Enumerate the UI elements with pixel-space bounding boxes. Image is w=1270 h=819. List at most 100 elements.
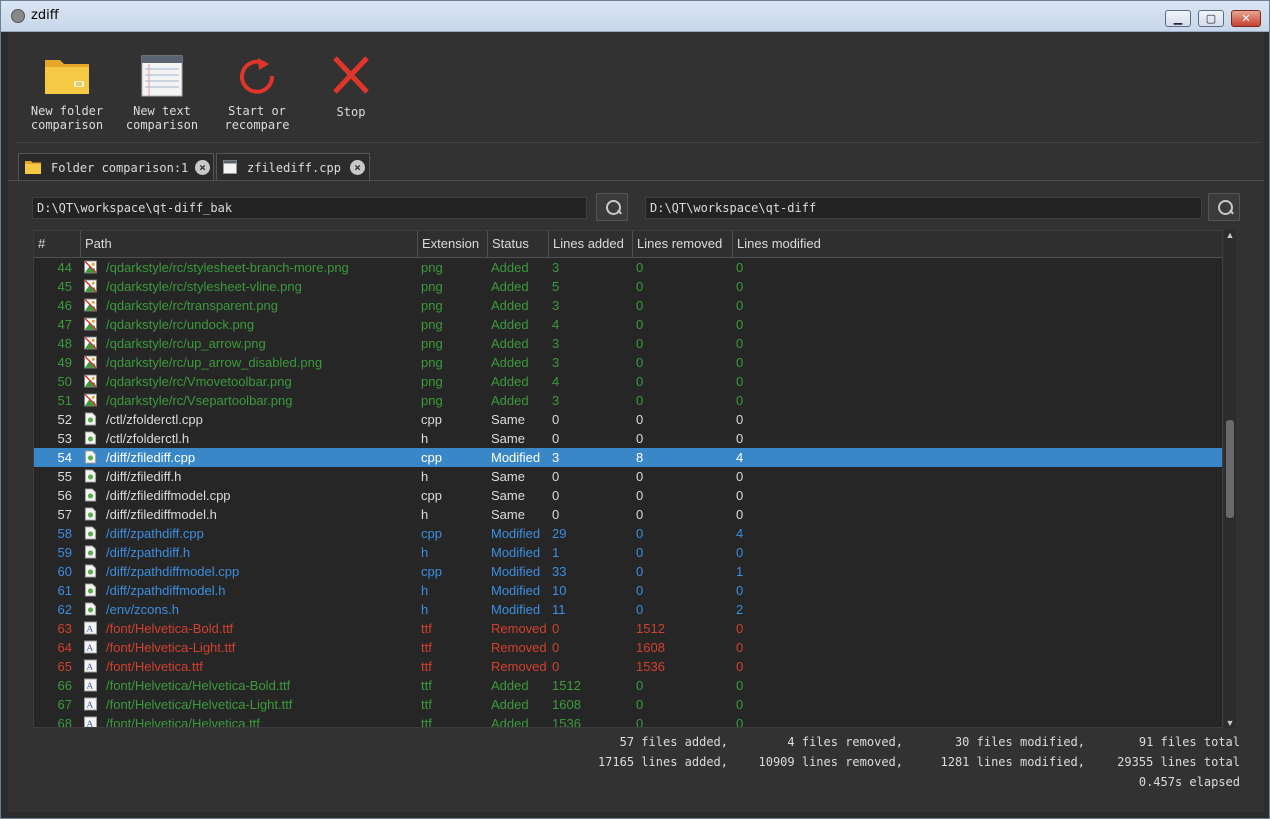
table-row[interactable]: 65/font/Helvetica.ttf ttf Removed 0 1536 0 A <box>34 657 1222 676</box>
table-row[interactable]: 54/diff/zfilediff.cpp cpp Modified 3 8 4 <box>34 448 1222 467</box>
tab-zfilediff[interactable]: zfilediff.cpp × <box>216 153 370 181</box>
row-lines-added: 33 <box>552 564 567 579</box>
row-extension: png <box>421 260 443 275</box>
close-window-button[interactable]: ✕ <box>1231 10 1261 27</box>
row-path: /font/Helvetica/Helvetica-Bold.ttf <box>106 678 291 693</box>
table-scrollbar[interactable]: ▲ ▼ <box>1224 230 1236 728</box>
table-row[interactable]: 46/qdarkstyle/rc/transparent.png png Added… <box>34 296 1222 315</box>
image-file-icon <box>84 374 97 388</box>
table-row[interactable]: 48/qdarkstyle/rc/up_arrow.png png Added 3 0 0 <box>34 334 1222 353</box>
column-header-lines-modified[interactable]: Lines modified <box>732 231 1222 257</box>
table-row[interactable]: 61/diff/zpathdiffmodel.h h Modified 10 0 0 <box>34 581 1222 600</box>
row-lines-removed: 0 <box>636 298 644 313</box>
row-extension: cpp <box>421 412 442 427</box>
table-row[interactable]: 68/font/Helvetica/Helvetica.ttf ttf Added 1… <box>34 714 1222 728</box>
column-header-index[interactable]: # <box>34 231 80 257</box>
left-path-input[interactable]: D:\QT\workspace\qt-diff_bak <box>32 197 587 219</box>
row-lines-added: 29 <box>552 526 567 541</box>
maximize-button[interactable]: ▢ <box>1198 10 1224 27</box>
row-index: 63 <box>57 621 72 636</box>
row-lines-modified: 0 <box>736 583 744 598</box>
row-path: /qdarkstyle/rc/stylesheet-branch-more.pn… <box>106 260 349 275</box>
table-row[interactable]: 62/env/zcons.h h Modified 11 0 2 <box>34 600 1222 619</box>
scrollbar-thumb[interactable] <box>1226 420 1234 518</box>
tab-folder-comparison[interactable]: Folder comparison:1 × <box>18 153 214 181</box>
right-path-input[interactable]: D:\QT\workspace\qt-diff <box>645 197 1202 219</box>
row-status: Modified <box>491 564 541 579</box>
window-title: zdiff <box>31 8 59 23</box>
row-lines-added: 4 <box>552 317 560 332</box>
notepad-icon <box>137 54 187 98</box>
table-row[interactable]: 58/diff/zpathdiff.cpp cpp Modified 29 0 4 <box>34 524 1222 543</box>
table-row[interactable]: 52/ctl/zfolderctl.cpp cpp Same 0 0 0 <box>34 410 1222 429</box>
left-browse-button[interactable] <box>596 193 628 221</box>
table-row[interactable]: 64/font/Helvetica-Light.ttf ttf Removed 0 16… <box>34 638 1222 657</box>
column-header-path[interactable]: Path <box>80 231 417 257</box>
row-lines-added: 0 <box>552 469 560 484</box>
row-lines-modified: 2 <box>736 602 744 617</box>
row-index: 50 <box>57 374 72 389</box>
toolbar-divider <box>16 142 1260 143</box>
start-recompare-button[interactable]: Start or recompare <box>212 54 302 132</box>
column-header-lines-added[interactable]: Lines added <box>548 231 632 257</box>
column-header-lines-removed[interactable]: Lines removed <box>632 231 732 257</box>
table-row[interactable]: 47/qdarkstyle/rc/undock.png png Added 4 0 0 <box>34 315 1222 334</box>
column-header-status[interactable]: Status <box>487 231 548 257</box>
row-lines-removed: 0 <box>636 260 644 275</box>
font-file-icon: A <box>84 659 97 673</box>
row-lines-added: 4 <box>552 374 560 389</box>
toolbar-label-line2: comparison <box>125 118 199 132</box>
row-extension: cpp <box>421 564 442 579</box>
row-lines-modified: 0 <box>736 469 744 484</box>
minimize-button[interactable]: ▁ <box>1165 10 1191 27</box>
table-row[interactable]: 57/diff/zfilediffmodel.h h Same 0 0 0 <box>34 505 1222 524</box>
row-status: Modified <box>491 526 541 541</box>
right-browse-button[interactable] <box>1208 193 1240 221</box>
column-header-extension[interactable]: Extension <box>417 231 487 257</box>
row-lines-added: 0 <box>552 640 560 655</box>
table-row[interactable]: 67/font/Helvetica/Helvetica-Light.ttf ttf… <box>34 695 1222 714</box>
row-status: Added <box>491 298 529 313</box>
row-lines-added: 3 <box>552 260 560 275</box>
new-folder-comparison-button[interactable]: New folder comparison <box>22 54 112 132</box>
stop-button[interactable]: Stop <box>306 54 396 119</box>
row-path: /diff/zpathdiff.h <box>106 545 191 560</box>
scroll-down-icon[interactable]: ▼ <box>1224 718 1236 728</box>
table-row[interactable]: 50/qdarkstyle/rc/Vmovetoolbar.png png Adde… <box>34 372 1222 391</box>
row-lines-removed: 0 <box>636 583 644 598</box>
folder-icon <box>42 54 92 98</box>
table-row[interactable]: 45/qdarkstyle/rc/stylesheet-vline.png png… <box>34 277 1222 296</box>
table-row[interactable]: 49/qdarkstyle/rc/up_arrow_disabled.png pn… <box>34 353 1222 372</box>
row-extension: h <box>421 507 429 522</box>
source-file-icon <box>84 507 97 521</box>
row-path: /qdarkstyle/rc/up_arrow_disabled.png <box>106 355 323 370</box>
new-text-comparison-button[interactable]: New text comparison <box>117 54 207 132</box>
source-file-icon <box>84 488 97 502</box>
close-tab-icon[interactable]: × <box>195 160 210 175</box>
row-extension: ttf <box>421 621 432 636</box>
table-row[interactable]: 51/qdarkstyle/rc/Vsepartoolbar.png png Add… <box>34 391 1222 410</box>
table-row[interactable]: 66/font/Helvetica/Helvetica-Bold.ttf ttf A… <box>34 676 1222 695</box>
row-path: /env/zcons.h <box>106 602 179 617</box>
scroll-up-icon[interactable]: ▲ <box>1224 230 1236 240</box>
row-extension: png <box>421 298 443 313</box>
table-row[interactable]: 44/qdarkstyle/rc/stylesheet-branch-more.… <box>34 258 1222 277</box>
table-row[interactable]: 53/ctl/zfolderctl.h h Same 0 0 0 <box>34 429 1222 448</box>
row-index: 46 <box>57 298 72 313</box>
summary-lines-removed: 10909 lines removed, <box>758 755 904 769</box>
summary-lines-modified: 1281 lines modified, <box>940 755 1086 769</box>
comparison-table: # Path Extension Status Lines added Line… <box>33 230 1223 728</box>
row-index: 62 <box>57 602 72 617</box>
row-path: /font/Helvetica/Helvetica-Light.ttf <box>106 697 293 712</box>
row-status: Added <box>491 697 529 712</box>
table-row[interactable]: 55/diff/zfilediff.h h Same 0 0 0 <box>34 467 1222 486</box>
table-row[interactable]: 56/diff/zfilediffmodel.cpp cpp Same 0 0 0 <box>34 486 1222 505</box>
row-lines-added: 0 <box>552 412 560 427</box>
row-index: 49 <box>57 355 72 370</box>
svg-text:A: A <box>86 719 94 728</box>
table-row[interactable]: 59/diff/zpathdiff.h h Modified 1 0 0 <box>34 543 1222 562</box>
close-tab-icon[interactable]: × <box>350 160 365 175</box>
row-lines-added: 3 <box>552 393 560 408</box>
table-row[interactable]: 60/diff/zpathdiffmodel.cpp cpp Modified 33 0… <box>34 562 1222 581</box>
table-row[interactable]: 63/font/Helvetica-Bold.ttf ttf Removed 0 151… <box>34 619 1222 638</box>
